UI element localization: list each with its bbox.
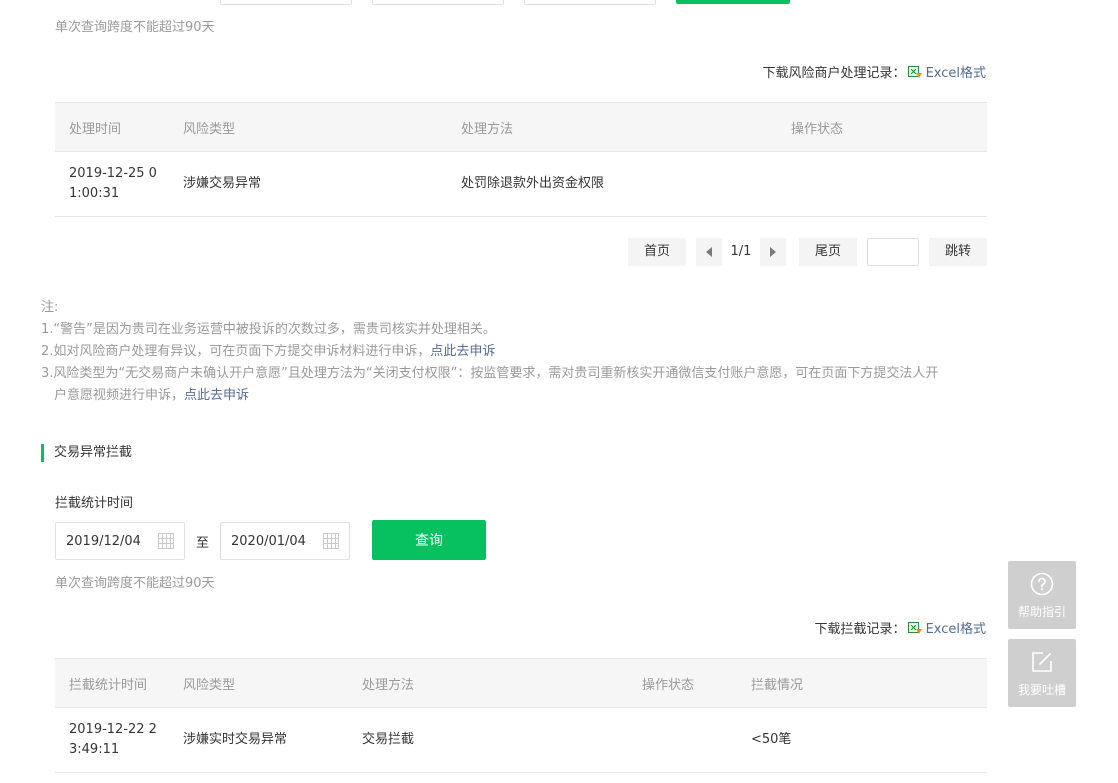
cell-status (628, 707, 737, 773)
end-date-value: 2020/01/04 (231, 534, 306, 549)
chevron-left-icon (706, 246, 712, 257)
cell-result: <50笔 (737, 707, 987, 773)
range-hint: 单次查询跨度不能超过90天 (55, 576, 215, 591)
intercept-records-table: 拦截统计时间 风险类型 处理方法 操作状态 拦截情况 2019-12-22 2 … (55, 658, 987, 773)
edit-icon (1032, 652, 1052, 672)
end-date-input-top[interactable] (372, 0, 504, 5)
note-line-1: 1.“警告”是因为贵司在业务运营中被投诉的次数过多，需贵司核实并处理相关。 (41, 322, 496, 337)
note-line-3-cont: 户意愿视频进行申诉，点此去申诉 (41, 385, 1011, 407)
column-header: 拦截统计时间 (55, 658, 169, 708)
excel-icon (907, 621, 922, 634)
query-button[interactable]: 查询 (372, 520, 486, 560)
column-header: 处理方法 (447, 102, 777, 152)
feedback-button[interactable]: 我要吐槽 (1008, 639, 1076, 707)
start-date-input[interactable]: 2019/12/04 (55, 522, 185, 560)
cell-method: 交易拦截 (348, 707, 628, 773)
table-header-row: 拦截统计时间 风险类型 处理方法 操作状态 拦截情况 (55, 658, 987, 708)
start-date-input-top[interactable] (220, 0, 352, 5)
table-row: 2019-12-25 0 1:00:31 涉嫌交易异常 处罚除退款外出资金权限 (55, 151, 987, 217)
download-excel-link[interactable]: Excel格式 (926, 618, 986, 637)
help-guide-label: 帮助指引 (1017, 605, 1066, 619)
download-label: 下载风险商户处理记录： (762, 66, 906, 81)
filter-input-top[interactable] (524, 0, 656, 5)
download-risk-records: 下载风险商户处理记录： Excel格式 (763, 62, 986, 81)
help-guide-button[interactable]: 帮助指引 (1008, 561, 1076, 629)
date-separator: 至 (196, 536, 210, 551)
date-label: 拦截统计时间 (55, 496, 134, 511)
excel-icon (907, 65, 922, 78)
calendar-icon[interactable] (158, 533, 174, 549)
column-header: 风险类型 (169, 102, 447, 152)
risk-records-table: 处理时间 风险类型 处理方法 操作状态 2019-12-25 0 1:00:31… (55, 102, 987, 217)
download-excel-link[interactable]: Excel格式 (926, 62, 986, 81)
column-header: 风险类型 (169, 658, 348, 708)
cell-time: 2019-12-25 0 1:00:31 (55, 151, 169, 217)
note-line-2: 2.如对风险商户处理有异议，可在页面下方提交申诉材料进行申诉，点此去申诉 (41, 341, 1011, 363)
note-line-2-text: 2.如对风险商户处理有异议，可在页面下方提交申诉材料进行申诉， (41, 344, 431, 359)
table-row: 2019-12-22 2 3:49:11 涉嫌实时交易异常 交易拦截 <50笔 (55, 707, 987, 773)
section-title: 交易异常拦截 (41, 444, 132, 462)
first-page-button[interactable]: 首页 (628, 238, 686, 266)
appeal-link[interactable]: 点此去申诉 (184, 388, 249, 403)
question-icon (1030, 572, 1054, 596)
notes-title: 注: (41, 300, 59, 315)
query-button-top[interactable] (676, 0, 790, 4)
column-header: 操作状态 (628, 658, 737, 708)
notes: 注: 1.“警告”是因为贵司在业务运营中被投诉的次数过多，需贵司核实并处理相关。… (41, 297, 1011, 407)
next-page-button[interactable] (760, 238, 786, 266)
feedback-label: 我要吐槽 (1017, 683, 1066, 697)
column-header: 处理时间 (55, 102, 169, 152)
cell-type: 涉嫌交易异常 (169, 151, 447, 217)
note-line-3: 3.风险类型为“无交易商户未确认开户意愿”且处理方法为“关闭支付权限”：按监管要… (41, 366, 939, 381)
column-header: 拦截情况 (737, 658, 987, 708)
cell-status (777, 151, 987, 217)
calendar-icon[interactable] (323, 533, 339, 549)
download-label: 下载拦截记录： (814, 622, 906, 637)
jump-button[interactable]: 跳转 (929, 238, 987, 266)
page-info: 1/1 (730, 244, 752, 259)
column-header: 处理方法 (348, 658, 628, 708)
download-intercept-records: 下载拦截记录： Excel格式 (815, 618, 986, 637)
start-date-value: 2019/12/04 (66, 534, 141, 549)
jump-page-input[interactable] (867, 238, 919, 266)
end-date-input[interactable]: 2020/01/04 (220, 522, 350, 560)
cell-type: 涉嫌实时交易异常 (169, 707, 348, 773)
chevron-right-icon (770, 246, 776, 257)
last-page-button[interactable]: 尾页 (799, 238, 857, 266)
cell-time: 2019-12-22 2 3:49:11 (55, 707, 169, 773)
appeal-link[interactable]: 点此去申诉 (430, 344, 495, 359)
column-header: 操作状态 (777, 102, 987, 152)
prev-page-button[interactable] (696, 238, 722, 266)
table-header-row: 处理时间 风险类型 处理方法 操作状态 (55, 102, 987, 152)
range-hint: 单次查询跨度不能超过90天 (55, 20, 215, 35)
cell-method: 处罚除退款外出资金权限 (447, 151, 777, 217)
note-line-3b-text: 户意愿视频进行申诉， (54, 388, 185, 403)
